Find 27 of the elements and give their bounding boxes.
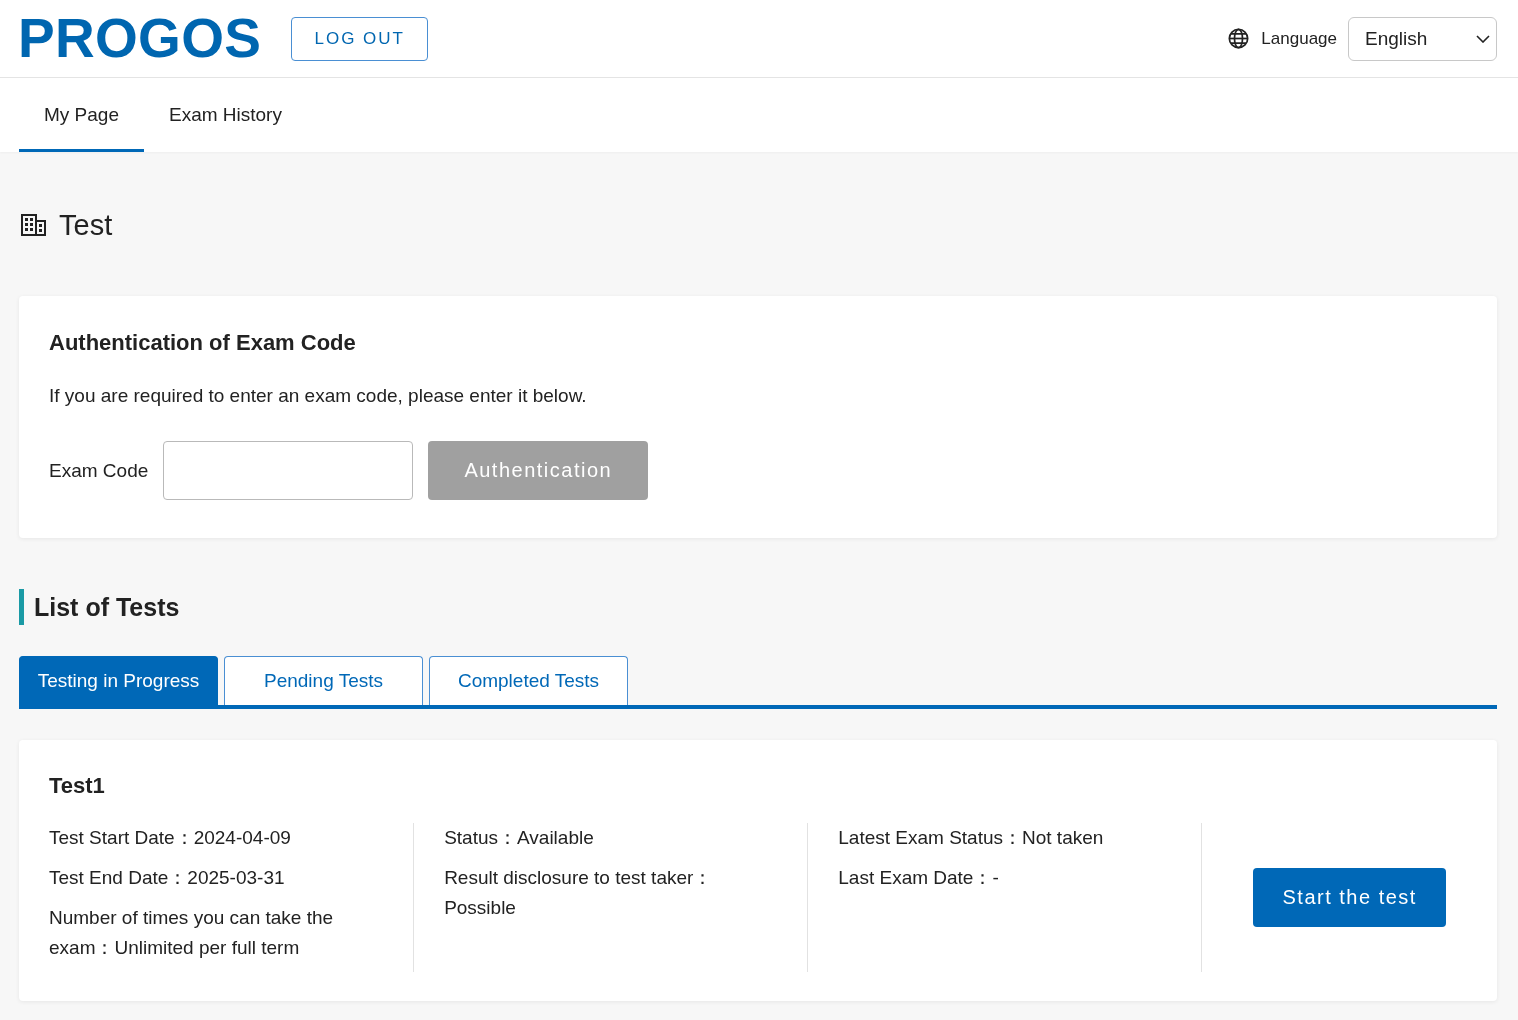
start-test-button[interactable]: Start the test [1253,868,1447,927]
detail-text: Test Start Date：2024-04-09 [49,826,291,850]
test-tab[interactable]: Testing in Progress [19,656,218,705]
detail-text: Latest Exam Status：Not taken [838,826,1104,850]
card-title: Authentication of Exam Code [49,329,356,357]
globe-icon [1228,28,1250,49]
test-tab[interactable]: Pending Tests [224,656,423,705]
field-label: Exam Code [49,459,149,482]
test-name: Test1 [49,772,105,800]
detail-text: Status：Available [444,826,594,850]
nav-tab[interactable]: My Page [19,78,144,152]
brand-logo: PROGOS [18,11,262,66]
building-icon [21,214,46,236]
language-select[interactable]: English [1348,16,1497,61]
section-heading: List of Tests [19,589,180,625]
detail-text: Result disclosure to test taker：Possible [444,866,714,920]
test-tab[interactable]: Completed Tests [429,656,628,705]
page-title: Test [59,208,113,242]
exam-code-field[interactable] [163,441,414,500]
nav-tab[interactable]: Exam History [144,78,307,152]
chevron-down-icon [1476,34,1490,43]
detail-text: Test End Date：2025-03-31 [49,866,285,890]
detail-text: Last Exam Date：- [838,866,999,890]
logout-button[interactable]: LOG OUT [291,16,429,61]
description-text: If you are required to enter an exam code, please enter it below. [49,384,587,408]
language-label: Language [1261,28,1337,49]
detail-text: Number of times you can take the exam：Unlimited per full term [49,906,335,960]
